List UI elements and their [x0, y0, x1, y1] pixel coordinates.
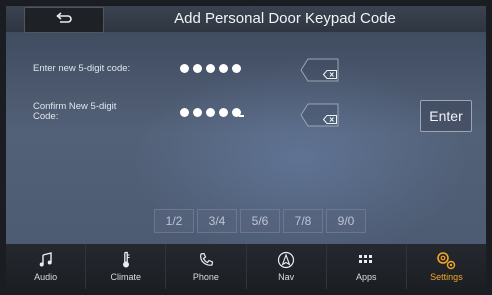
pin-dot — [232, 64, 241, 73]
nav-icon — [277, 251, 295, 269]
nav-apps-label: Apps — [356, 272, 377, 282]
backspace-button-confirm[interactable] — [300, 103, 340, 127]
back-arrow-icon — [55, 11, 73, 29]
keypad: 1/2 3/4 5/6 7/8 9/0 — [154, 209, 366, 233]
page-title: Add Personal Door Keypad Code — [174, 10, 396, 27]
nav-climate[interactable]: Climate — [86, 244, 167, 289]
music-note-icon — [39, 251, 53, 269]
confirm-code-dots[interactable] — [180, 108, 244, 117]
pin-dot — [180, 108, 189, 117]
pin-dot — [193, 108, 202, 117]
bezel-bottom — [0, 289, 492, 295]
confirm-code-label: Confirm New 5-digit Code: — [33, 102, 116, 122]
pin-dot — [206, 108, 215, 117]
backspace-button-new[interactable] — [300, 58, 340, 82]
key-7-8[interactable]: 7/8 — [283, 209, 323, 233]
nav-nav-label: Nav — [278, 272, 295, 282]
bezel-right — [486, 0, 492, 295]
nav-settings-label: Settings — [430, 272, 463, 282]
pin-dot — [180, 64, 189, 73]
enter-button[interactable]: Enter — [420, 100, 472, 132]
nav-bar: Audio Climate Phone Nav Apps Settings — [6, 244, 486, 289]
new-code-dots[interactable] — [180, 64, 241, 73]
apps-grid-icon — [359, 251, 373, 269]
pin-dot — [219, 108, 228, 117]
pin-dot — [206, 64, 215, 73]
key-9-0[interactable]: 9/0 — [326, 209, 366, 233]
pin-cursor — [232, 108, 244, 117]
pin-dot — [219, 64, 228, 73]
thermometer-icon — [121, 251, 131, 269]
nav-apps[interactable]: Apps — [327, 244, 407, 289]
nav-phone[interactable]: Phone — [166, 244, 247, 289]
new-code-label: Enter new 5-digit code: — [33, 63, 131, 74]
phone-icon — [198, 251, 214, 269]
key-5-6[interactable]: 5/6 — [240, 209, 280, 233]
pin-dot — [193, 64, 202, 73]
nav-audio[interactable]: Audio — [6, 244, 87, 289]
nav-climate-label: Climate — [110, 272, 142, 282]
screen: Add Personal Door Keypad Code Enter new … — [0, 0, 492, 295]
key-1-2[interactable]: 1/2 — [154, 209, 194, 233]
nav-nav[interactable]: Nav — [247, 244, 327, 289]
nav-settings[interactable]: Settings — [407, 244, 486, 289]
nav-phone-label: Phone — [192, 272, 219, 282]
key-3-4[interactable]: 3/4 — [197, 209, 237, 233]
nav-audio-label: Audio — [34, 272, 58, 282]
gears-icon — [435, 251, 457, 270]
back-button[interactable] — [24, 7, 104, 33]
confirm-label-line2: Code: — [33, 111, 59, 122]
